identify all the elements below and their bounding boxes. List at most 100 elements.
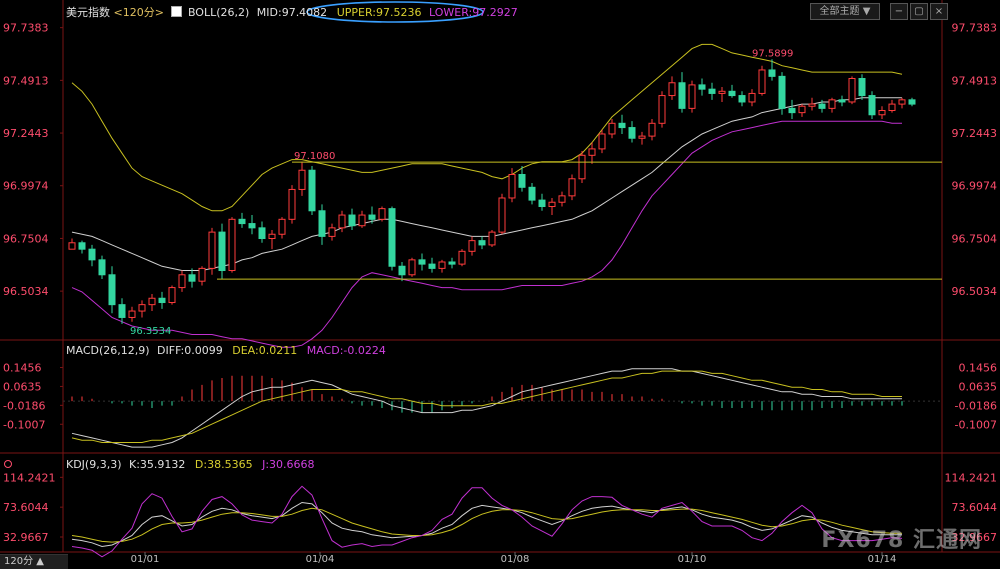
candle-body <box>428 263 436 269</box>
candle-body <box>248 223 256 229</box>
candle-body <box>738 95 746 103</box>
kdj-d-value: D:38.5365 <box>194 458 253 471</box>
candle-body <box>778 75 786 109</box>
restore-icon[interactable]: ▢ <box>910 3 928 20</box>
bollinger-bands <box>71 43 903 348</box>
candle-body <box>818 103 826 109</box>
axis-tick-label: -0.0186 <box>955 399 997 412</box>
candle-body <box>158 297 166 304</box>
candle-body <box>258 227 266 240</box>
candle-body <box>548 201 556 208</box>
axis-tick-label: 0.0635 <box>959 380 998 393</box>
candle-body <box>88 248 96 261</box>
axis-tick-label: 32.9667 <box>3 531 49 544</box>
axis-tick-label: 96.9974 <box>952 180 998 193</box>
candle-body <box>558 195 566 203</box>
candle-body <box>168 287 176 304</box>
candle-body <box>538 199 546 208</box>
candle-body <box>488 231 496 246</box>
macd-name: MACD(26,12,9) <box>66 344 150 357</box>
close-icon[interactable]: × <box>930 3 948 20</box>
candle-body <box>188 274 196 282</box>
axis-tick-label: 96.7504 <box>3 232 49 245</box>
candle-body <box>68 242 76 250</box>
candle-body <box>218 231 226 272</box>
candle-body <box>638 135 646 139</box>
lower-value: LOWER:97.2927 <box>428 6 518 19</box>
period-switch-button[interactable]: 120分 ▲ <box>0 554 68 569</box>
axis-tick-label: 97.2443 <box>3 127 49 140</box>
kdj-dot-icon <box>4 460 12 468</box>
support-resistance-lines <box>217 161 942 280</box>
candle-body <box>298 169 306 190</box>
candle-body <box>708 88 716 94</box>
macd-header: MACD(26,12,9) DIFF:0.0099 DEA:0.0211 MAC… <box>66 344 386 357</box>
watermark-logo: FX678 汇通网 <box>821 528 982 553</box>
candle-body <box>208 231 216 269</box>
upper-value: UPPER:97.5236 <box>336 6 422 19</box>
theme-select-button[interactable]: 全部主题 ▼ <box>810 3 880 20</box>
axis-tick-label: 97.4913 <box>952 74 998 87</box>
kdj-k-line <box>71 501 902 548</box>
candle-body <box>568 178 576 197</box>
candle-body <box>728 90 736 97</box>
candle-body <box>228 218 236 272</box>
candle-body <box>178 274 186 289</box>
candle-body <box>278 218 286 235</box>
candle-body <box>338 214 346 229</box>
candle-body <box>118 304 126 318</box>
boll-mid-line <box>71 97 902 271</box>
chart-canvas: 97.7383 97.7383 97.4913 97.4913 97.2443 97.24… <box>0 0 1000 565</box>
candle-body <box>108 274 116 306</box>
macd-diff-value: DIFF:0.0099 <box>157 344 223 357</box>
axis-tick-label: 96.9974 <box>3 180 49 193</box>
candle-body <box>348 214 356 227</box>
axis-tick-label: 0.0635 <box>3 380 42 393</box>
candle-body <box>498 197 506 233</box>
candle-body <box>878 110 886 116</box>
candle-body <box>398 265 406 276</box>
candle-body <box>848 77 856 103</box>
candle-body <box>328 227 336 237</box>
candle-body <box>768 69 776 77</box>
macd-diff-line <box>71 368 902 448</box>
candle-body <box>388 208 396 267</box>
macd-dea-value: DEA:0.0211 <box>232 344 298 357</box>
axis-tick-label: 114.2421 <box>945 471 998 484</box>
kdj-j-value: J:30.6668 <box>262 458 315 471</box>
candle-body <box>528 186 536 201</box>
candle-body <box>368 214 376 220</box>
candle-body <box>238 218 246 225</box>
chevron-down-icon: ▼ <box>862 6 871 17</box>
candle-body <box>458 250 466 265</box>
axis-tick-label: -0.0186 <box>3 399 45 412</box>
candle-body <box>868 95 876 116</box>
candle-body <box>318 210 326 237</box>
boll-lower-line <box>71 120 902 348</box>
axis-tick-label: 96.5034 <box>3 285 49 298</box>
minimize-icon[interactable]: − <box>890 3 908 20</box>
candle-body <box>448 261 456 265</box>
kdj-name: KDJ(9,3,3) <box>66 458 122 471</box>
candle-body <box>688 84 696 109</box>
candle-body <box>408 259 416 276</box>
axis-tick-label: 97.4913 <box>3 74 49 87</box>
candle-body <box>908 99 916 105</box>
candle-body <box>148 297 156 306</box>
candle-body <box>898 99 906 105</box>
candle-body <box>618 122 626 129</box>
symbol-name: 美元指数 <box>66 6 110 19</box>
axis-tick-label: 0.1456 <box>3 362 42 375</box>
candle-body <box>198 267 206 282</box>
axis-tick-label: 114.2421 <box>3 471 56 484</box>
axis-tick-label: 97.7383 <box>952 22 998 35</box>
axis-tick-label: 97.7383 <box>3 22 49 35</box>
main-header: 美元指数 <120分> BOLL(26,2) MID:97.4082 UPPER… <box>66 4 518 20</box>
axis-tick-label: 0.1456 <box>959 362 998 375</box>
kdj-header: KDJ(9,3,3) K:35.9132 D:38.5365 J:30.6668 <box>66 458 315 471</box>
macd-value: MACD:-0.0224 <box>306 344 386 357</box>
candle-body <box>808 103 816 107</box>
candle-body <box>678 82 686 109</box>
candle-body <box>648 122 656 137</box>
period-label: <120分> <box>113 6 164 19</box>
